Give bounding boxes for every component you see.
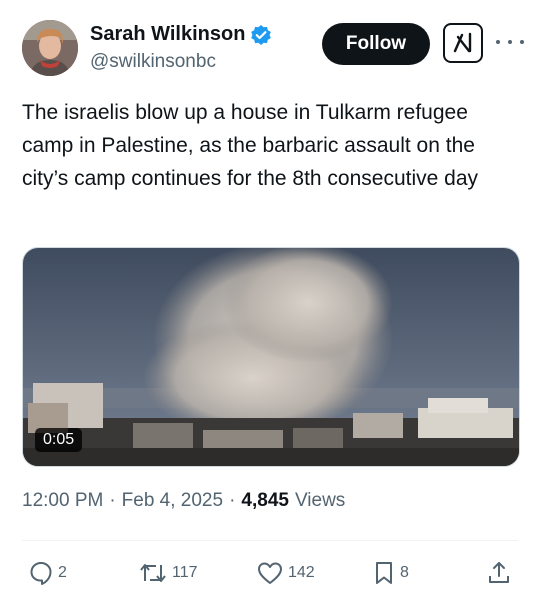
avatar[interactable] — [22, 20, 78, 76]
bookmark-count: 8 — [400, 564, 409, 581]
reply-button[interactable]: 2 — [28, 556, 67, 590]
share-button[interactable] — [486, 556, 512, 590]
video-thumbnail — [23, 248, 519, 466]
tweet-date[interactable]: Feb 4, 2025 — [122, 490, 223, 512]
repost-icon — [138, 560, 168, 586]
repost-count: 117 — [172, 564, 198, 581]
verified-badge-icon — [250, 24, 272, 46]
author-info: Sarah Wilkinson @swilkinsonbc — [90, 23, 272, 73]
meta-separator-2: · — [229, 490, 236, 511]
meta-separator: · — [109, 490, 116, 511]
video-duration: 0:05 — [35, 428, 83, 452]
repost-button[interactable]: 117 — [138, 556, 198, 590]
follow-button[interactable]: Follow — [322, 23, 430, 65]
share-icon — [486, 560, 512, 586]
like-button[interactable]: 142 — [256, 556, 315, 590]
tweet-time[interactable]: 12:00 PM — [22, 490, 103, 512]
author-handle[interactable]: @swilkinsonbc — [90, 51, 272, 73]
more-icon[interactable] — [496, 32, 524, 52]
views-count: 4,845 — [241, 490, 289, 511]
tweet-meta: 12:00 PM · Feb 4, 2025 · 4,845 Views — [22, 490, 345, 512]
bookmark-button[interactable]: 8 — [372, 556, 409, 590]
reply-icon — [28, 560, 54, 586]
grok-icon[interactable] — [443, 23, 483, 63]
heart-icon — [256, 560, 284, 586]
tweet-header: Sarah Wilkinson @swilkinsonbc Follow — [22, 20, 526, 80]
bookmark-icon — [372, 560, 396, 586]
author-name[interactable]: Sarah Wilkinson — [90, 23, 245, 46]
divider — [22, 540, 518, 541]
video-player[interactable]: 0:05 — [22, 247, 520, 467]
views-label: Views — [294, 490, 346, 511]
tweet-text: The israelis blow up a house in Tulkarm … — [22, 101, 479, 190]
reply-count: 2 — [58, 564, 67, 581]
like-count: 142 — [288, 564, 315, 581]
tweet-actions: 2 117 142 8 — [22, 556, 518, 590]
